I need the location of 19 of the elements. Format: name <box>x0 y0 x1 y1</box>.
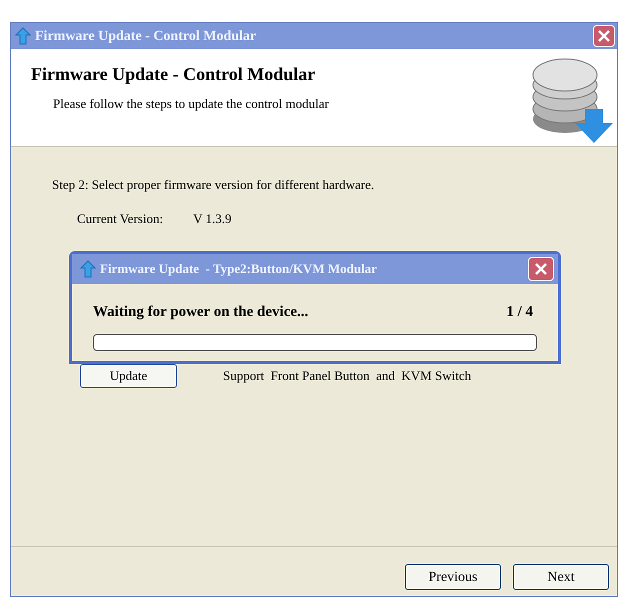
dialog-button[interactable]: Previous <box>405 564 501 590</box>
current-version-value: V 1.3.9 <box>193 210 232 228</box>
current-version-label: Current Version: <box>77 210 164 228</box>
update-description: Support Front Panel Button and KVM Switch <box>223 367 472 386</box>
progress-counter: 1 / 4 <box>506 303 533 322</box>
window-title: Firmware Update - Control Modular <box>35 28 258 46</box>
dialog-title: Firmware Update - Type2:Button/KVM Modular <box>100 260 378 278</box>
step-instruction: Step 2: Select proper firmware version for different hardware. <box>52 176 376 194</box>
close-button[interactable] <box>528 257 554 281</box>
dialog-button[interactable]: Next <box>513 564 609 590</box>
up-arrow-icon <box>15 27 31 45</box>
close-icon <box>597 29 611 43</box>
header-subtitle: Please follow the steps to update the control modular <box>52 95 330 113</box>
close-icon <box>534 262 548 276</box>
close-button[interactable] <box>593 25 615 47</box>
up-arrow-icon <box>80 260 96 278</box>
update-button[interactable]: Update <box>80 364 177 388</box>
header-title: Firmware Update - Control Modular <box>31 63 316 86</box>
progress-message: Waiting for power on the device... <box>93 303 308 322</box>
